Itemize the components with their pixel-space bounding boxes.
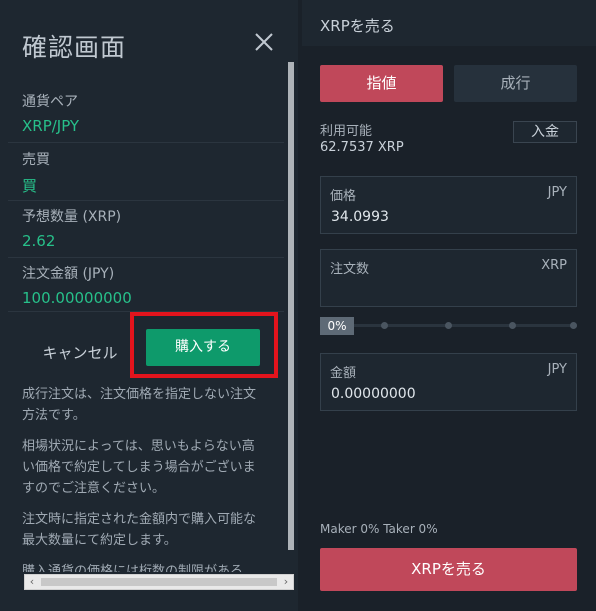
field-label: 注文金額 (JPY) xyxy=(22,266,115,282)
field-order-amount: 注文金額 (JPY) 100.00000000 xyxy=(22,263,284,307)
divider xyxy=(8,257,284,258)
note-text: 注文時に指定された金額内で購入可能な最大数量にて約定します。 xyxy=(22,512,257,548)
divider xyxy=(8,142,284,143)
sell-header: XRPを売る xyxy=(302,0,596,46)
scroll-right-icon[interactable]: › xyxy=(279,575,293,589)
field-label: 予想数量 (XRP) xyxy=(22,209,122,225)
cancel-button[interactable]: キャンセル xyxy=(35,338,125,368)
slider-step-100[interactable] xyxy=(570,322,577,329)
slider-percent-badge[interactable]: 0% xyxy=(320,317,354,335)
scroll-thumb[interactable] xyxy=(41,578,277,586)
field-label: 通貨ペア xyxy=(22,94,78,110)
field-currency-pair: 通貨ペア XRP/JPY xyxy=(22,91,284,135)
field-value: 2.62 xyxy=(22,232,56,250)
deposit-button[interactable]: 入金 xyxy=(513,121,577,143)
price-value[interactable]: 34.0993 xyxy=(331,209,389,225)
field-side: 売買 買 xyxy=(22,149,284,196)
price-unit: JPY xyxy=(547,185,567,200)
amount-unit: JPY xyxy=(547,362,567,377)
note-text: 購入通貨の価格には桁数の制限がある xyxy=(22,564,244,572)
confirm-header: 確認画面 xyxy=(0,0,298,72)
amount-value[interactable]: 0.00000000 xyxy=(331,386,416,402)
field-estimated-quantity: 予想数量 (XRP) 2.62 xyxy=(22,206,284,250)
sell-panel: XRPを売る 指値 成行 利用可能 62.7537 XRP 入金 価格 JPY … xyxy=(302,0,596,611)
field-value: XRP/JPY xyxy=(22,117,80,135)
close-icon[interactable] xyxy=(252,30,276,54)
slider-step-25[interactable] xyxy=(381,322,388,329)
buy-button[interactable]: 購入する xyxy=(146,329,260,366)
vertical-scrollbar[interactable] xyxy=(288,62,294,550)
price-label: 価格 xyxy=(330,189,357,204)
tab-limit-order[interactable]: 指値 xyxy=(320,65,443,102)
tab-market-order[interactable]: 成行 xyxy=(454,65,577,102)
field-value: 100.00000000 xyxy=(22,289,132,307)
confirm-scroll-area: 通貨ペア XRP/JPY 売買 買 予想数量 (XRP) 2.62 注文金額 (… xyxy=(0,72,290,572)
quantity-label: 注文数 xyxy=(330,262,370,277)
field-label: 売買 xyxy=(22,152,50,168)
sell-button[interactable]: XRPを売る xyxy=(320,548,577,591)
confirm-title: 確認画面 xyxy=(22,33,127,62)
note-text: 相場状況によっては、思いもよらない高い価格で約定してしまう場合がございますのでご… xyxy=(22,439,256,496)
scroll-left-icon[interactable]: ‹ xyxy=(25,575,39,589)
quantity-field[interactable]: 注文数 XRP xyxy=(320,249,577,307)
price-field[interactable]: 価格 JPY 34.0993 xyxy=(320,176,577,234)
slider-step-75[interactable] xyxy=(509,322,516,329)
divider xyxy=(8,200,284,201)
sell-title: XRPを売る xyxy=(320,17,395,35)
order-notes: 成行注文は、注文価格を指定しない注文方法です。 相場状況によっては、思いもよらな… xyxy=(22,384,262,572)
available-value: 62.7537 XRP xyxy=(320,140,404,155)
quantity-unit: XRP xyxy=(541,258,567,273)
fee-text: Maker 0% Taker 0% xyxy=(320,522,438,536)
amount-field[interactable]: 金額 JPY 0.00000000 xyxy=(320,353,577,411)
available-label: 利用可能 xyxy=(320,124,373,139)
slider-step-50[interactable] xyxy=(445,322,452,329)
note-text: 成行注文は、注文価格を指定しない注文方法です。 xyxy=(22,387,257,423)
amount-label: 金額 xyxy=(330,366,357,381)
confirm-panel: 確認画面 通貨ペア XRP/JPY 売買 買 予想数量 (XRP) 2.62 注… xyxy=(0,0,298,611)
horizontal-scrollbar[interactable]: ‹ › xyxy=(24,574,294,590)
field-value: 買 xyxy=(22,177,38,195)
